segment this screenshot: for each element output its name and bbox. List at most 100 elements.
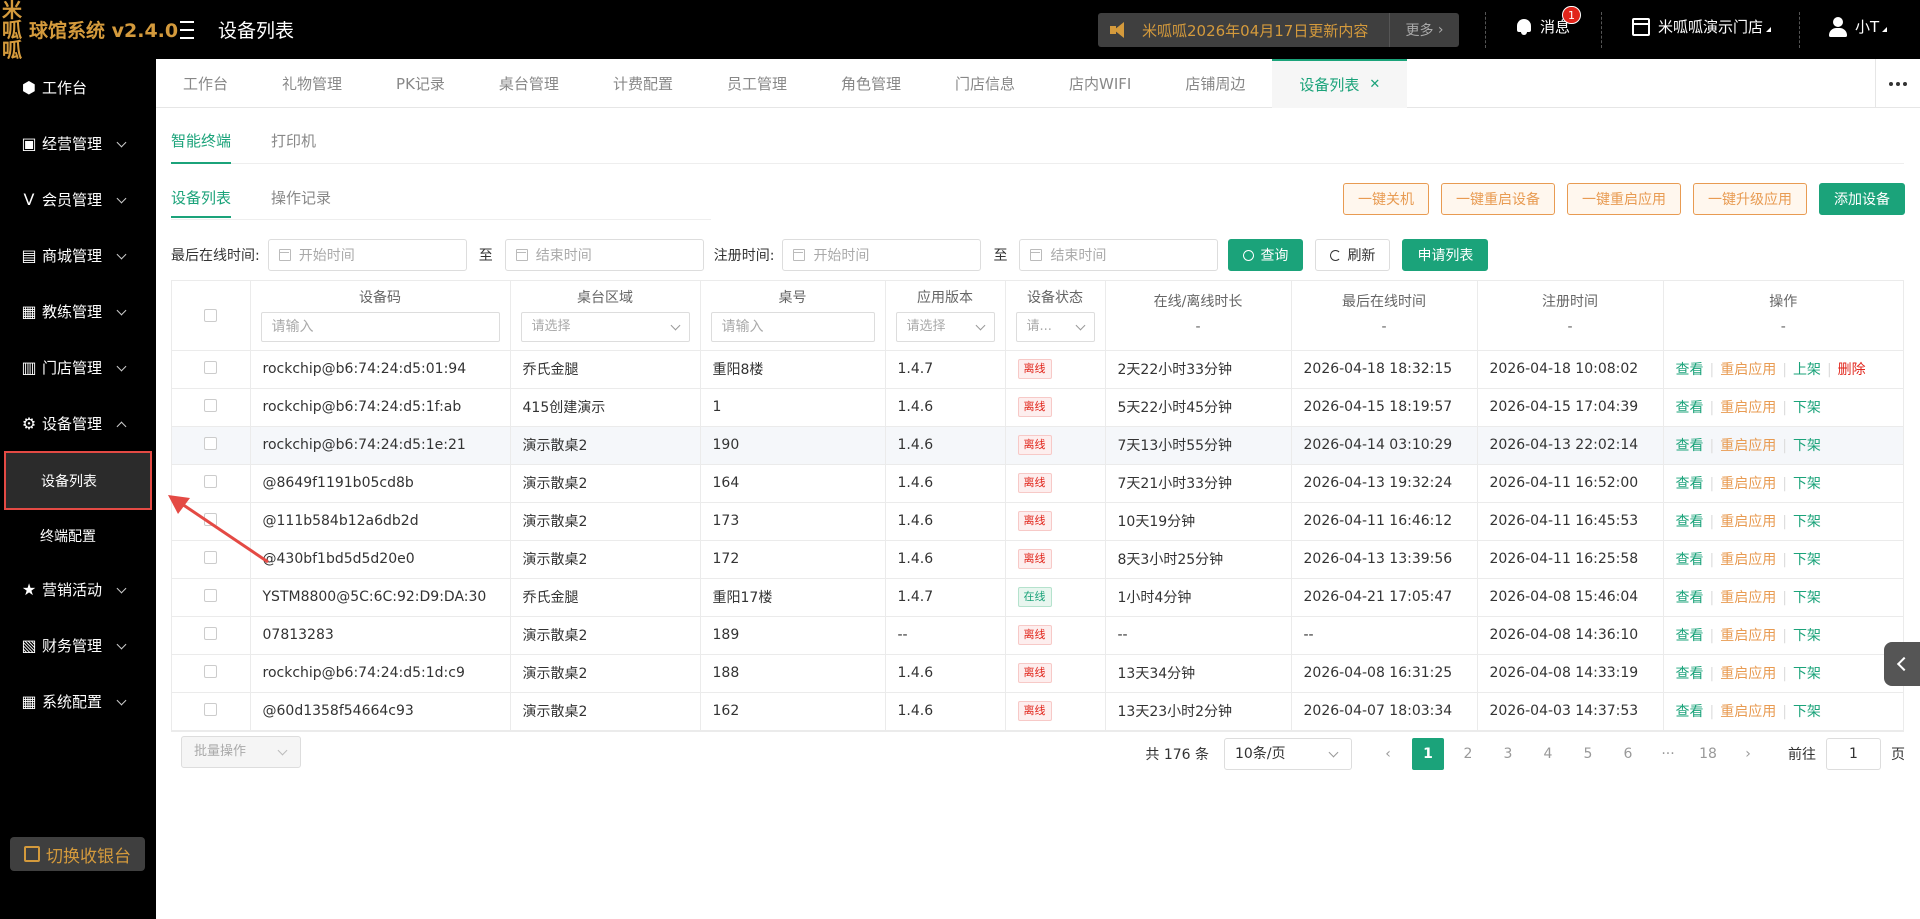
- sidebar-item-store[interactable]: ▥ 门店管理: [0, 339, 156, 395]
- notice-text[interactable]: 米呱呱2026年04月17日更新内容: [1142, 20, 1368, 41]
- tab-device-list[interactable]: 设备列表 ✕: [1272, 59, 1408, 108]
- page-number[interactable]: 6: [1612, 738, 1644, 770]
- switch-cashier-button[interactable]: 切换收银台: [10, 837, 145, 871]
- restart-app-link[interactable]: 重启应用: [1720, 438, 1776, 454]
- view-link[interactable]: 查看: [1676, 666, 1704, 682]
- sidebar-item-coach[interactable]: ▦ 教练管理: [0, 283, 156, 339]
- sidebar-item-finance[interactable]: ▧ 财务管理: [0, 617, 156, 673]
- page-number[interactable]: 1: [1412, 738, 1444, 770]
- tab-roles[interactable]: 角色管理: [814, 59, 928, 108]
- restart-app-link[interactable]: 重启应用: [1720, 362, 1776, 378]
- row-checkbox[interactable]: [204, 702, 218, 716]
- table-row[interactable]: @430bf1bd5d5d20e0 演示散桌2 172 1.4.6 离线 8天3小时25分…: [172, 540, 1903, 579]
- collapse-panel-icon[interactable]: [1884, 642, 1920, 686]
- list-on-link[interactable]: 上架: [1793, 362, 1821, 378]
- batch-operation-select[interactable]: 批量操作: [181, 736, 301, 768]
- next-page-icon[interactable]: ›: [1732, 738, 1764, 770]
- tab-device-list-view[interactable]: 设备列表: [171, 178, 232, 218]
- restart-app-link[interactable]: 重启应用: [1720, 666, 1776, 682]
- restart-apps-button[interactable]: 一键重启应用: [1567, 183, 1681, 215]
- table-row[interactable]: @111b584b12a6db2d 演示散桌2 173 1.4.6 离线 10天19分钟 2…: [172, 502, 1903, 541]
- sidebar-sub-device-list[interactable]: 设备列表: [4, 451, 152, 510]
- store-switcher[interactable]: 米呱呱演示门店: [1632, 16, 1772, 37]
- table-row[interactable]: YSTM8800@5C:6C:92:D9:DA:30 乔氏金腿 重阳17楼 1.4.7…: [172, 578, 1903, 617]
- list-off-link[interactable]: 下架: [1793, 514, 1821, 530]
- sidebar-item-members[interactable]: V 会员管理: [0, 171, 156, 227]
- last-online-end-input[interactable]: 结束时间: [504, 239, 704, 271]
- page-number[interactable]: 2: [1452, 738, 1484, 770]
- sidebar-item-mall[interactable]: ▤ 商城管理: [0, 227, 156, 283]
- view-link[interactable]: 查看: [1676, 476, 1704, 492]
- messages-button[interactable]: 消息: [1516, 16, 1570, 37]
- view-link[interactable]: 查看: [1676, 438, 1704, 454]
- view-link[interactable]: 查看: [1676, 362, 1704, 378]
- sidebar-item-workbench[interactable]: ⬢ 工作台: [0, 59, 156, 115]
- upgrade-apps-button[interactable]: 一键升级应用: [1693, 183, 1807, 215]
- tab-tables[interactable]: 桌台管理: [472, 59, 586, 108]
- table-number-filter-input[interactable]: 请输入: [710, 312, 875, 342]
- register-start-input[interactable]: 开始时间: [782, 239, 982, 271]
- delete-link[interactable]: 删除: [1838, 362, 1866, 378]
- row-checkbox[interactable]: [204, 664, 218, 678]
- restart-app-link[interactable]: 重启应用: [1720, 704, 1776, 720]
- view-link[interactable]: 查看: [1676, 552, 1704, 568]
- table-row[interactable]: rockchip@b6:74:24:d5:1e:21 演示散桌2 190 1.4.6 离…: [172, 426, 1903, 465]
- page-size-select[interactable]: 10条/页: [1224, 738, 1352, 770]
- row-checkbox[interactable]: [204, 626, 218, 640]
- tab-smart-terminal[interactable]: 智能终端: [171, 124, 232, 164]
- add-device-button[interactable]: 添加设备: [1819, 183, 1905, 215]
- row-checkbox[interactable]: [204, 588, 218, 602]
- select-all-checkbox[interactable]: [204, 309, 218, 322]
- more-tabs-icon[interactable]: [1875, 59, 1920, 108]
- restart-app-link[interactable]: 重启应用: [1720, 400, 1776, 416]
- status-filter-select[interactable]: 请...: [1015, 312, 1095, 342]
- last-online-start-input[interactable]: 开始时间: [267, 239, 467, 271]
- page-number[interactable]: 4: [1532, 738, 1564, 770]
- sidebar-item-system[interactable]: ▦ 系统配置: [0, 673, 156, 729]
- view-link[interactable]: 查看: [1676, 704, 1704, 720]
- table-row[interactable]: rockchip@b6:74:24:d5:1f:ab 415创建演示 1 1.4.6 离…: [172, 388, 1903, 427]
- restart-app-link[interactable]: 重启应用: [1720, 514, 1776, 530]
- notice-more-button[interactable]: 更多 ›: [1389, 13, 1459, 47]
- row-checkbox[interactable]: [204, 474, 218, 488]
- tab-store-info[interactable]: 门店信息: [928, 59, 1042, 108]
- list-off-link[interactable]: 下架: [1793, 400, 1821, 416]
- row-checkbox[interactable]: [204, 398, 218, 412]
- view-link[interactable]: 查看: [1676, 400, 1704, 416]
- tab-workbench[interactable]: 工作台: [156, 59, 255, 108]
- restart-app-link[interactable]: 重启应用: [1720, 628, 1776, 644]
- page-number[interactable]: 18: [1692, 738, 1724, 770]
- table-row[interactable]: rockchip@b6:74:24:d5:01:94 乔氏金腿 重阳8楼 1.4.7 离…: [172, 350, 1903, 389]
- sidebar-sub-terminal-config[interactable]: 终端配置: [0, 510, 156, 561]
- view-link[interactable]: 查看: [1676, 628, 1704, 644]
- more-pages-icon[interactable]: ···: [1652, 738, 1684, 770]
- menu-toggle-icon[interactable]: [174, 20, 194, 39]
- refresh-button[interactable]: 刷新: [1315, 239, 1391, 271]
- table-row[interactable]: @60d1358f54664c93 演示散桌2 162 1.4.6 离线 13天23小时2…: [172, 692, 1903, 731]
- view-link[interactable]: 查看: [1676, 590, 1704, 606]
- table-row[interactable]: 07813283 演示散桌2 189 -- 离线 -- -- 2026-04-08 14:36…: [172, 616, 1903, 655]
- register-end-input[interactable]: 结束时间: [1019, 239, 1219, 271]
- table-row[interactable]: @8649f1191b05cd8b 演示散桌2 164 1.4.6 离线 7天21小时33…: [172, 464, 1903, 503]
- tab-wifi[interactable]: 店内WIFI: [1042, 59, 1158, 108]
- tab-operation-log[interactable]: 操作记录: [271, 178, 331, 218]
- close-icon[interactable]: ✕: [1369, 77, 1380, 92]
- page-number[interactable]: 3: [1492, 738, 1524, 770]
- view-link[interactable]: 查看: [1676, 514, 1704, 530]
- list-off-link[interactable]: 下架: [1793, 666, 1821, 682]
- user-menu[interactable]: 小T: [1829, 16, 1888, 37]
- tab-billing[interactable]: 计费配置: [586, 59, 700, 108]
- update-notice[interactable]: 米呱呱2026年04月17日更新内容 更多 ›: [1098, 13, 1459, 47]
- row-checkbox[interactable]: [204, 436, 218, 450]
- page-number[interactable]: 5: [1572, 738, 1604, 770]
- area-filter-select[interactable]: 请选择: [520, 312, 690, 342]
- restart-app-link[interactable]: 重启应用: [1720, 590, 1776, 606]
- prev-page-icon[interactable]: ‹: [1372, 738, 1404, 770]
- tab-gifts[interactable]: 礼物管理: [255, 59, 369, 108]
- apply-list-button[interactable]: 申请列表: [1402, 239, 1489, 271]
- restart-devices-button[interactable]: 一键重启设备: [1441, 183, 1555, 215]
- tab-pk-records[interactable]: PK记录: [369, 59, 472, 108]
- list-off-link[interactable]: 下架: [1793, 552, 1821, 568]
- version-filter-select[interactable]: 请选择: [895, 312, 995, 342]
- row-checkbox[interactable]: [204, 360, 218, 374]
